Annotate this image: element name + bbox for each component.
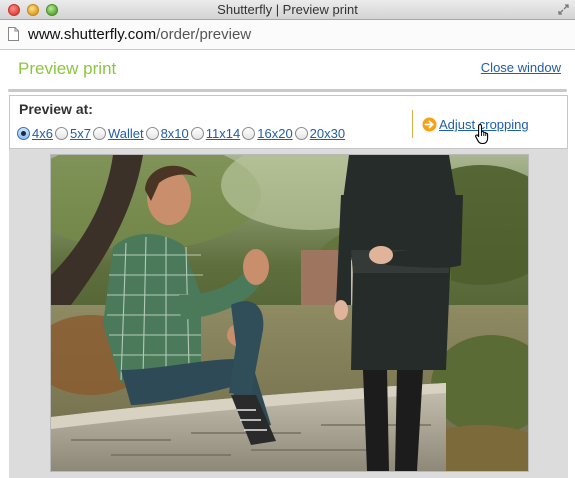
size-label[interactable]: 11x14 [206,126,240,141]
size-option-4x6[interactable]: 4x6 [17,126,53,141]
fullscreen-icon[interactable] [558,4,569,15]
url-path: /order/preview [156,26,252,43]
url-host: www.shutterfly.com [28,26,157,43]
orange-arrow-icon [422,117,437,132]
size-label[interactable]: 8x10 [161,126,189,141]
size-option-16x20[interactable]: 16x20 [242,126,293,141]
window-titlebar: Shutterfly | Preview print [0,0,575,20]
size-option-wallet[interactable]: Wallet [92,126,144,141]
photo-illustration [51,155,528,471]
size-label[interactable]: Wallet [108,126,144,141]
size-option-5x7[interactable]: 5x7 [54,126,91,141]
page-title: Preview print [18,59,117,78]
preview-at-label: Preview at: [19,101,93,117]
size-radio[interactable] [54,127,68,140]
window-title: Shutterfly | Preview print [217,2,358,17]
print-size-options: 4x6 5x7 Wallet 8x10 11x14 16x20 20x30 [17,126,347,142]
size-radio[interactable] [145,127,159,140]
size-label[interactable]: 20x30 [310,126,345,141]
size-label[interactable]: 5x7 [70,126,91,141]
page-icon [8,27,19,41]
page-header: Preview print Close window [0,50,575,92]
size-radio[interactable] [294,127,308,140]
size-radio[interactable] [190,127,204,140]
size-radio[interactable] [242,127,256,140]
size-label[interactable]: 16x20 [257,126,292,141]
close-window-link[interactable]: Close window [481,60,561,75]
size-label[interactable]: 4x6 [32,126,53,141]
size-option-20x30[interactable]: 20x30 [294,126,345,141]
size-radio[interactable] [92,127,106,140]
preview-photo [50,154,529,472]
header-divider [8,89,567,92]
size-radio[interactable] [17,127,30,140]
address-bar[interactable]: www.shutterfly.com/order/preview [0,20,575,50]
print-preview-area [9,149,568,478]
options-divider [412,110,413,138]
size-option-8x10[interactable]: 8x10 [145,126,189,141]
size-option-11x14[interactable]: 11x14 [190,126,240,141]
url-text: www.shutterfly.com/order/preview [28,26,251,43]
hand-cursor-icon [475,123,489,145]
